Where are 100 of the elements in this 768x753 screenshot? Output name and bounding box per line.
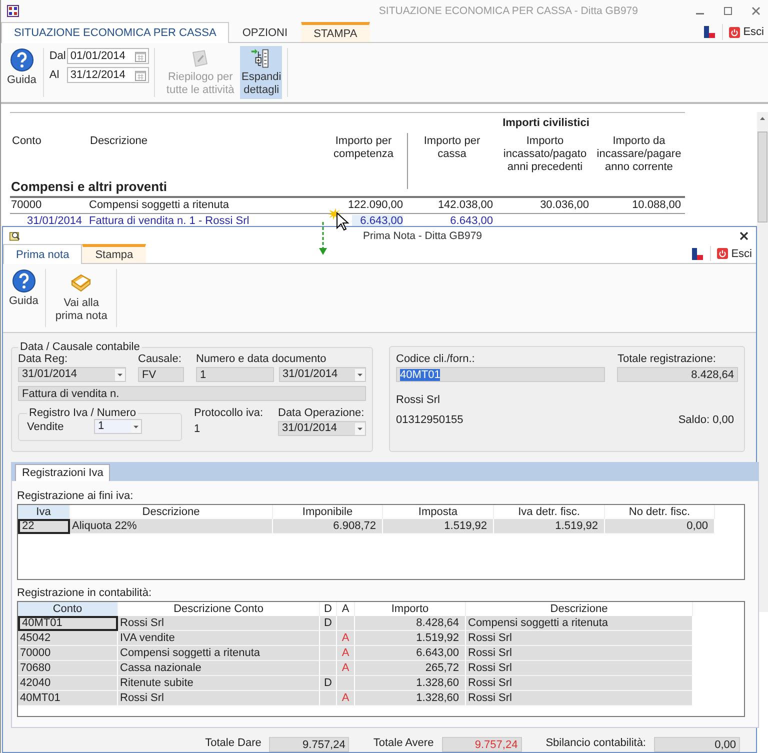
table-cell: 10.088,00 [632,199,681,211]
table-cell: 70680 [18,661,118,676]
help-button[interactable]: Guida [5,46,38,99]
calendar-icon[interactable] [135,70,146,80]
ribbon-tab[interactable]: STAMPA [300,22,370,42]
table-cell: IVA vendite [118,631,320,646]
field-label: Numero e data documento [196,353,328,365]
exit-button[interactable]: Esci [717,244,752,264]
table-cell: A [337,691,355,706]
total-label: Totale Avere [373,736,434,748]
date-label: Al [49,69,60,81]
vat-number: 01312950155 [396,413,464,426]
column-header: Importo da incassare/pagare anno corrente [596,134,682,175]
text-field[interactable]: Fattura di vendita n. [18,386,366,401]
field-label: Codice cli./forn.: [396,353,476,365]
field-label: Data Operazione: [278,407,366,419]
column-header: Importo incassato/pagato anni precedenti [502,134,588,175]
table-cell: Rossi Srl [118,691,320,706]
table-cell: Rossi Srl [466,631,693,646]
table-cell [320,661,337,676]
close-icon[interactable] [738,230,750,242]
ribbon-tab[interactable]: SITUAZIONE ECONOMICA PER CASSA [1,22,230,43]
flag-icon[interactable] [702,25,716,39]
caret-icon[interactable] [355,368,365,380]
ribbon-tab[interactable]: OPZIONI [229,22,301,42]
table-cell [320,646,337,661]
dropdown[interactable]: 1 [94,419,142,434]
column-header: Conto [11,134,42,149]
date-field[interactable]: 31/01/2014 [278,421,366,436]
column-header: Descrizione [89,134,148,149]
help-button[interactable]: Guida [7,267,40,329]
caret-icon[interactable] [131,420,141,432]
caret-icon[interactable] [115,368,125,380]
column-header: Importo per cassa [422,134,482,162]
field-value: 1 [194,422,202,435]
text-field[interactable]: 40MT01 [396,367,606,382]
ribbon-tab[interactable]: Stampa [82,244,146,264]
table-cell: 1.519,92 [355,631,466,646]
table-cell: Rossi Srl [118,616,320,631]
total-field: 0,00 [654,737,740,752]
exit-button[interactable]: Esci [729,22,764,42]
table-cell: 6.643,00 [352,215,403,227]
table-cell: 142.038,00 [438,199,493,211]
table-cell [320,691,337,706]
table-cell: Rossi Srl [466,691,693,706]
arrow-icon [319,222,327,256]
group-title: Registro Iva / Numero [28,407,137,419]
field-label: Totale registrazione: [617,353,717,365]
date-field[interactable]: 31/12/2014 [67,67,150,83]
customer-name: Rossi Srl [396,393,442,406]
flag-icon[interactable] [690,246,704,261]
total-label: Totale Dare [205,736,262,748]
text-field[interactable]: 1 [196,367,274,382]
table-cell: Cassa nazionale [118,661,320,676]
table-cell: 22 [18,519,70,534]
column-header: Conto [18,602,118,616]
caret-icon[interactable] [355,422,365,434]
maximize-icon[interactable] [722,5,734,17]
date-label: Dal [49,50,64,62]
expand-details-button[interactable]: Espandi dettagli [240,46,282,99]
table-cell: Compensi soggetti a ritenuta [466,616,693,631]
date-field[interactable]: 31/01/2014 [18,367,126,382]
table-cell: 70000 [18,646,118,661]
field-label: Causale: [138,353,182,365]
table-cell [320,631,337,646]
power-icon [729,26,740,38]
date-field[interactable]: 01/01/2014 [67,48,150,64]
scrollbar[interactable] [757,112,768,612]
calendar-icon[interactable] [135,50,146,62]
field-label: Protocollo iva: [194,407,264,419]
table-cell: 40MT01 [18,616,118,631]
tab[interactable]: Registrazioni Iva [15,464,110,481]
column-group-header: Importi civilistici [502,116,590,131]
ribbon-tab[interactable]: Prima nota [3,244,82,264]
total-field: 9.757,24 [442,737,522,752]
table-cell: Compensi soggetti a ritenuta [118,646,320,661]
table-cell: 1.328,60 [355,676,466,691]
section-title: Compensi e altri proventi [10,179,685,198]
table-cell: Rossi Srl [466,661,693,676]
table-cell: 42040 [18,676,118,691]
window-title: SITUAZIONE ECONOMICA PER CASSA - Ditta GB979 [378,5,638,17]
help-icon [10,48,34,72]
help-icon [12,269,36,294]
text-field[interactable]: FV [138,367,184,382]
date-field[interactable]: 31/01/2014 [278,367,366,382]
field-label: Data Reg: [18,353,69,365]
go-to-entry-button[interactable]: Vai alla prima nota [51,267,112,329]
section-title: Registrazione in contabilità: [17,586,153,601]
table-cell: 122.090,00 [348,199,403,211]
table-cell: Rossi Srl [466,676,693,691]
table-cell: Rossi Srl [466,646,693,661]
table-cell: A [337,661,355,676]
table-cell: 0,00 [605,519,715,534]
table-cell: 40MT01 [18,691,118,706]
window-title: Prima Nota - Ditta GB979 [362,230,482,242]
table-cell: Compensi soggetti a ritenuta [89,199,230,211]
total-field: 9.757,24 [269,737,350,752]
magnifier-icon [9,230,21,242]
text-field[interactable]: 8.428,64 [617,367,738,382]
table-cell: Ritenute subite [118,676,320,691]
